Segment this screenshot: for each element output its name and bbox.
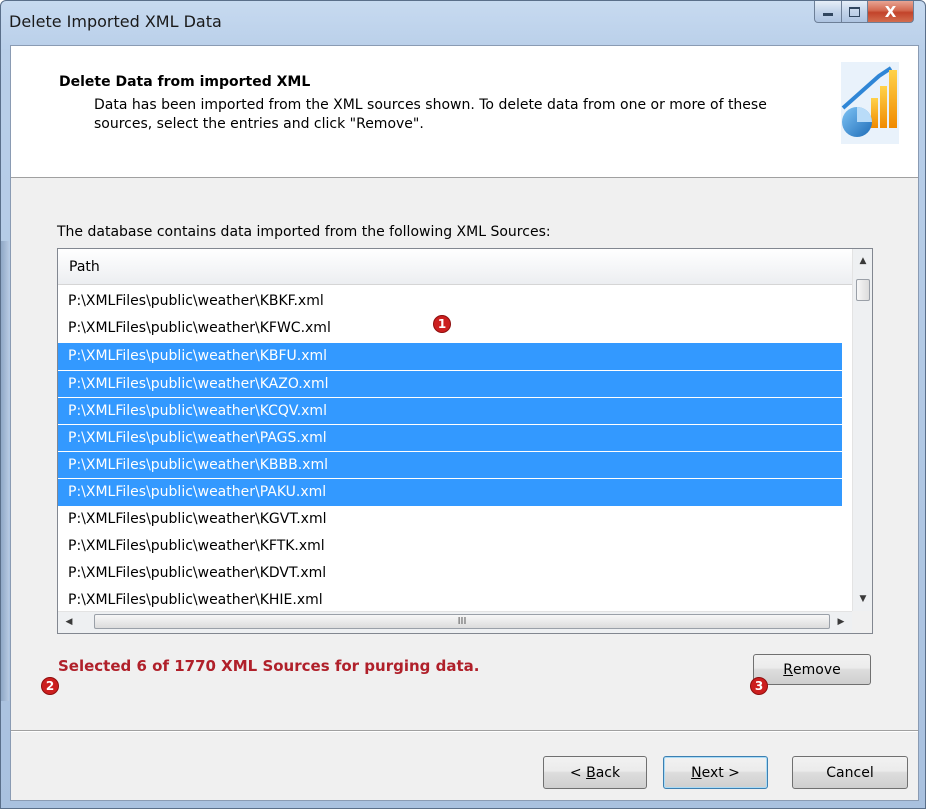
list-item[interactable]: P:\XMLFiles\public\weather\KAZO.xml: [58, 369, 842, 397]
maximize-button[interactable]: [842, 1, 868, 23]
footer-separator: [11, 730, 918, 732]
back-label: ack: [595, 764, 621, 781]
cancel-button[interactable]: Cancel: [792, 756, 908, 789]
selection-status: Selected 6 of 1770 XML Sources for purgi…: [58, 657, 480, 675]
remove-hotkey: R: [783, 661, 793, 678]
callout-badge-1: 1: [433, 315, 451, 333]
column-header-path[interactable]: Path: [58, 249, 852, 285]
list-item[interactable]: P:\XMLFiles\public\weather\KFTK.xml: [58, 533, 842, 560]
list-item[interactable]: P:\XMLFiles\public\weather\KGVT.xml: [58, 506, 842, 533]
header-title: Delete Data from imported XML: [59, 74, 311, 90]
next-button[interactable]: Next >: [663, 756, 768, 789]
callout-badge-3: 3: [750, 677, 768, 695]
callout-badge-2: 2: [41, 677, 59, 695]
next-label: ext >: [701, 764, 740, 781]
scroll-down-icon[interactable]: ▼: [853, 589, 873, 609]
list-label: The database contains data imported from…: [57, 224, 551, 240]
vertical-scrollbar[interactable]: ▲ ▼: [852, 249, 872, 611]
list-item[interactable]: P:\XMLFiles\public\weather\PAGS.xml: [58, 423, 842, 452]
list-rows: P:\XMLFiles\public\weather\KBKF.xml P:\XM…: [58, 288, 842, 614]
back-button[interactable]: < Back: [543, 756, 647, 789]
chart-graphic-icon: [841, 62, 899, 144]
scroll-left-icon[interactable]: ◀: [58, 612, 80, 632]
next-hotkey: N: [691, 764, 702, 781]
column-header-label: Path: [69, 259, 100, 275]
horizontal-scroll-thumb[interactable]: III: [94, 614, 830, 629]
xml-sources-list[interactable]: Path P:\XMLFiles\public\weather\KBKF.xml…: [57, 248, 873, 634]
maximize-icon: [849, 6, 860, 17]
minimize-button[interactable]: [814, 1, 842, 23]
caption-buttons: X: [814, 1, 914, 23]
minimize-icon: [823, 13, 833, 16]
list-item[interactable]: P:\XMLFiles\public\weather\KBFU.xml: [58, 342, 842, 370]
list-item[interactable]: P:\XMLFiles\public\weather\PAKU.xml: [58, 478, 842, 506]
back-prefix: <: [569, 764, 587, 781]
list-item[interactable]: P:\XMLFiles\public\weather\KBKF.xml: [58, 288, 842, 315]
back-hotkey: B: [586, 764, 596, 781]
close-button[interactable]: X: [868, 1, 914, 23]
scrollbar-corner: [852, 611, 872, 633]
header-description: Data has been imported from the XML sour…: [94, 97, 767, 132]
window-frame-strip: [1, 241, 9, 701]
close-icon: X: [884, 2, 897, 21]
title-bar[interactable]: Delete Imported XML Data X: [1, 1, 925, 45]
remove-button[interactable]: Remove: [753, 654, 871, 685]
remove-label: emove: [793, 661, 841, 678]
window-title: Delete Imported XML Data: [9, 12, 222, 31]
horizontal-scrollbar[interactable]: ◀ III ▶: [58, 611, 852, 633]
dialog-window: Delete Imported XML Data X Delete Data f…: [0, 0, 926, 809]
vertical-scroll-thumb[interactable]: [856, 279, 870, 301]
cancel-label: Cancel: [826, 764, 874, 781]
scroll-up-icon[interactable]: ▲: [853, 251, 873, 271]
list-item[interactable]: P:\XMLFiles\public\weather\KBBB.xml: [58, 451, 842, 479]
dialog-client-area: Delete Data from imported XML Data has b…: [10, 45, 919, 801]
scroll-right-icon[interactable]: ▶: [830, 612, 852, 632]
wizard-header: Delete Data from imported XML Data has b…: [11, 46, 918, 178]
list-item[interactable]: P:\XMLFiles\public\weather\KDVT.xml: [58, 560, 842, 587]
list-item[interactable]: P:\XMLFiles\public\weather\KCQV.xml: [58, 396, 842, 424]
